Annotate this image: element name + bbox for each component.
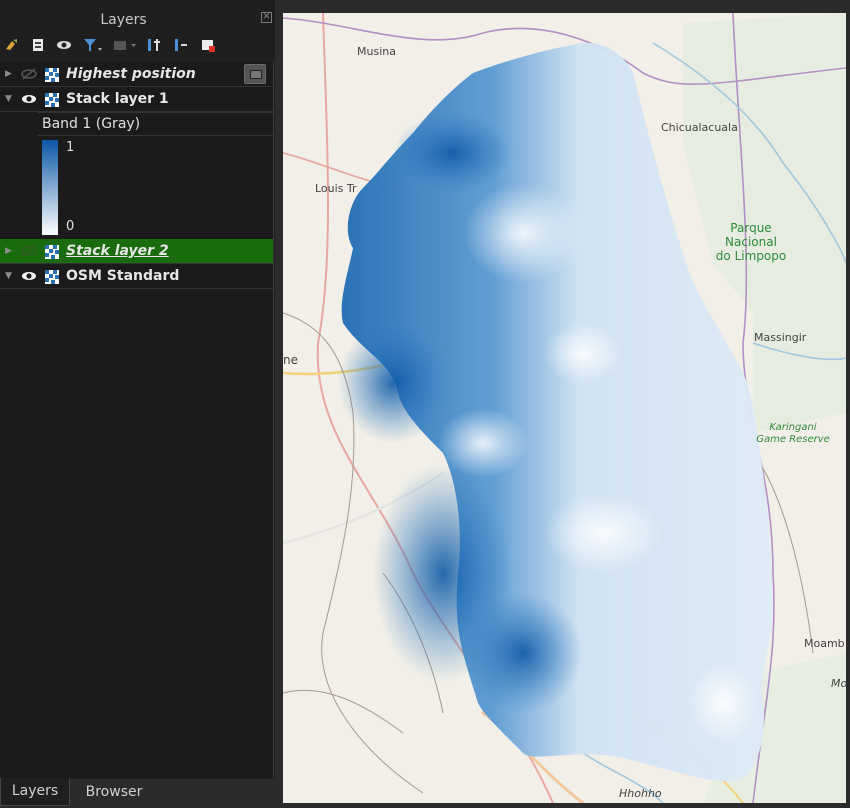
collapse-all-icon[interactable] bbox=[172, 36, 190, 54]
ramp-min-label: 0 bbox=[66, 219, 75, 234]
panel-title: Layers bbox=[100, 12, 147, 28]
color-ramp bbox=[42, 140, 58, 235]
panel-tabs: Layers Browser bbox=[0, 778, 275, 808]
map-label-ne: ne bbox=[283, 353, 298, 367]
collapse-arrow-icon[interactable]: ▼ bbox=[5, 94, 12, 104]
band-label: Band 1 (Gray) bbox=[42, 116, 141, 132]
close-panel-icon[interactable]: ✕ bbox=[261, 12, 272, 23]
legend-band-row: Band 1 (Gray) bbox=[38, 112, 273, 136]
layer-indicator-button[interactable] bbox=[244, 64, 266, 84]
map-label-louis-trichardt: Louis Tr bbox=[315, 182, 357, 195]
layer-tree: ▶ Highest position ▼ Stack layer 1 Band … bbox=[0, 62, 274, 778]
expand-arrow-icon[interactable]: ▶ bbox=[5, 69, 12, 79]
layer-name: Stack layer 2 bbox=[66, 243, 169, 259]
filter-by-expression-icon[interactable] bbox=[110, 36, 138, 54]
raster-layer-icon bbox=[45, 244, 59, 259]
map-label-line: Nacional bbox=[725, 235, 777, 249]
map-label-line: Parque bbox=[730, 221, 772, 235]
eye-hidden-icon[interactable] bbox=[20, 244, 38, 258]
map-label-musina: Musina bbox=[357, 45, 396, 58]
raster-layer-icon bbox=[45, 269, 59, 284]
map-label-massingir: Massingir bbox=[754, 331, 807, 344]
layers-panel: Layers ✕ ▶ Highest position ▼ Stack laye… bbox=[0, 0, 275, 808]
expand-arrow-icon[interactable]: ▶ bbox=[5, 246, 12, 256]
ramp-max-label: 1 bbox=[66, 140, 75, 155]
layer-name: Stack layer 1 bbox=[66, 91, 169, 107]
tab-layers[interactable]: Layers bbox=[0, 778, 70, 806]
map-canvas[interactable]: Musina Chicualacuala Louis Tr Parque Nac… bbox=[283, 13, 846, 803]
raster-layer-icon bbox=[45, 92, 59, 107]
layer-row-osm-standard[interactable]: ▼ OSM Standard bbox=[0, 264, 273, 289]
style-manager-icon[interactable] bbox=[3, 36, 21, 54]
layer-row-stack-layer-2[interactable]: ▶ Stack layer 2 bbox=[0, 239, 273, 264]
map-label-parque-nacional: Parque Nacional do Limpopo bbox=[711, 221, 791, 263]
expand-all-icon[interactable] bbox=[145, 36, 163, 54]
map-label-hhohho: Hhohho bbox=[619, 787, 662, 800]
map-svg bbox=[283, 13, 846, 803]
map-label-mo: Mo bbox=[831, 677, 846, 690]
tab-browser[interactable]: Browser bbox=[72, 779, 156, 805]
raster-layer-icon bbox=[45, 67, 59, 82]
map-label-moamba: Moamb bbox=[804, 637, 845, 650]
map-label-line: do Limpopo bbox=[715, 249, 787, 263]
add-group-icon[interactable] bbox=[29, 36, 47, 54]
map-label-line: Game Reserve bbox=[756, 434, 830, 445]
eye-hidden-icon[interactable] bbox=[20, 67, 38, 81]
map-label-karingani: Karingani Game Reserve bbox=[753, 422, 833, 446]
layer-row-stack-layer-1[interactable]: ▼ Stack layer 1 bbox=[0, 87, 273, 112]
layer-row-highest-position[interactable]: ▶ Highest position bbox=[0, 62, 273, 87]
collapse-arrow-icon[interactable]: ▼ bbox=[5, 271, 12, 281]
remove-layer-icon[interactable] bbox=[199, 36, 217, 54]
layer-name: OSM Standard bbox=[66, 268, 180, 284]
map-label-line: Karingani bbox=[769, 422, 817, 433]
manage-visibility-icon[interactable] bbox=[55, 36, 73, 54]
eye-visible-icon[interactable] bbox=[20, 92, 38, 106]
layer-name: Highest position bbox=[66, 66, 196, 82]
layers-toolbar bbox=[0, 34, 275, 56]
filter-legend-icon[interactable] bbox=[82, 36, 104, 54]
eye-visible-icon[interactable] bbox=[20, 269, 38, 283]
map-label-chicualacuala: Chicualacuala bbox=[661, 121, 738, 134]
